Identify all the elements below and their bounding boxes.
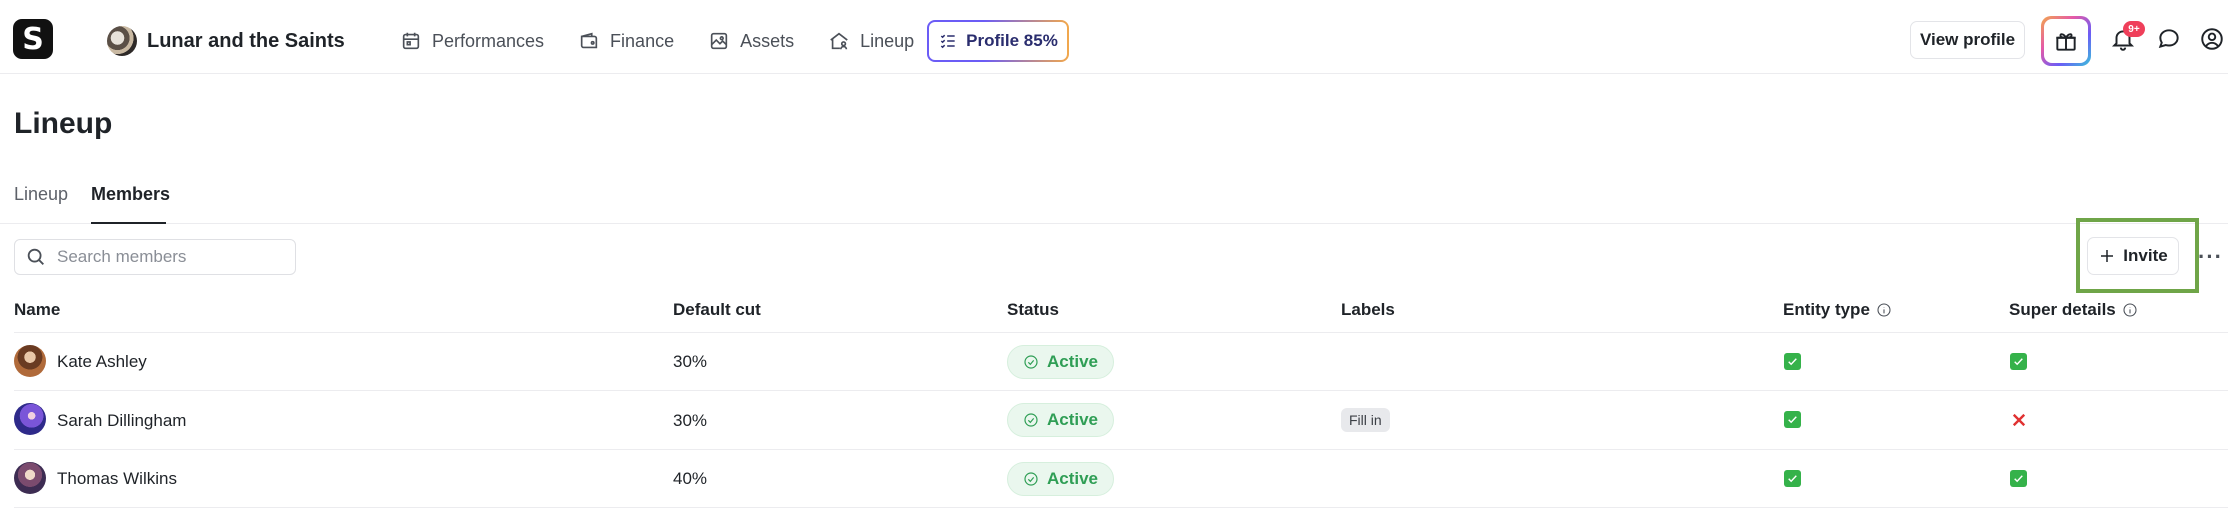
table-row[interactable]: Sarah Dillingham 30% Active Fill in — [0, 391, 2228, 449]
status-label: Active — [1046, 410, 1099, 429]
image-icon — [710, 32, 728, 50]
default-cut: 30% — [673, 411, 708, 430]
gift-icon — [2056, 33, 2076, 51]
calendar-icon — [402, 32, 420, 50]
header-labels[interactable]: Labels — [1341, 300, 1395, 320]
house-people-icon — [830, 32, 848, 50]
notification-badge: 9+ — [2123, 21, 2145, 37]
more-options-button[interactable]: ··· — [2198, 244, 2223, 270]
band-name: Lunar and the Saints — [147, 29, 345, 52]
check-circle-icon — [1024, 413, 1038, 427]
label-chip[interactable]: Fill in — [1341, 408, 1390, 432]
entity-type-check-icon — [1784, 353, 1801, 370]
check-circle-icon — [1024, 355, 1038, 369]
member-name[interactable]: Kate Ashley — [57, 352, 147, 372]
super-details-check-icon — [2010, 353, 2027, 370]
status-label: Active — [1046, 469, 1099, 488]
row-divider — [14, 507, 2228, 508]
default-cut: 30% — [673, 352, 708, 371]
nav-finance-label: Finance — [610, 30, 675, 51]
super-details-cross-icon — [2010, 411, 2028, 429]
table-row[interactable]: Kate Ashley 30% Active — [0, 333, 2228, 391]
info-icon[interactable] — [1876, 302, 1892, 318]
header-default-cut[interactable]: Default cut — [673, 300, 761, 320]
band-avatar — [107, 26, 137, 56]
tab-lineup[interactable]: Lineup — [14, 184, 68, 224]
entity-type-check-icon — [1784, 411, 1801, 428]
entity-type-check-icon — [1784, 470, 1801, 487]
plus-icon — [2101, 250, 2114, 262]
search-icon — [27, 248, 44, 265]
avatar — [14, 403, 46, 435]
invite-label: Invite — [2123, 246, 2168, 265]
nav-performances[interactable]: Performances — [400, 30, 544, 52]
checklist-icon — [940, 34, 955, 49]
status-badge: Active — [1007, 462, 1114, 496]
header-status[interactable]: Status — [1007, 300, 1059, 320]
chat-bubble-icon — [2158, 29, 2179, 49]
main-nav: Performances Finance Assets Lineup — [400, 20, 948, 62]
tab-members[interactable]: Members — [91, 184, 170, 224]
search-input[interactable] — [57, 247, 277, 267]
tab-bar: Lineup Members — [0, 184, 2228, 224]
nav-assets-label: Assets — [740, 30, 795, 51]
invite-button[interactable]: Invite — [2087, 237, 2179, 275]
header-entity-type-label: Entity type — [1783, 300, 1870, 319]
gift-button[interactable] — [2041, 16, 2091, 66]
profile-progress-label: Profile 85% — [966, 31, 1058, 50]
page-title: Lineup — [14, 107, 113, 140]
check-circle-icon — [1024, 472, 1038, 486]
header-super-details-label: Super details — [2009, 300, 2116, 319]
avatar — [14, 462, 46, 494]
table-row[interactable]: Thomas Wilkins 40% Active — [0, 450, 2228, 508]
member-name[interactable]: Thomas Wilkins — [57, 469, 177, 489]
status-badge: Active — [1007, 403, 1114, 437]
nav-finance[interactable]: Finance — [578, 30, 674, 52]
super-details-check-icon — [2010, 470, 2027, 487]
nav-lineup-label: Lineup — [860, 30, 915, 51]
band-switcher[interactable]: Lunar and the Saints — [107, 26, 345, 56]
header-super-details[interactable]: Super details — [2009, 300, 2138, 320]
messages-button[interactable] — [2156, 26, 2184, 54]
wallet-icon — [580, 32, 598, 49]
view-profile-button[interactable]: View profile — [1910, 21, 2025, 59]
nav-performances-label: Performances — [432, 30, 545, 51]
user-circle-icon — [2201, 28, 2223, 50]
top-bar: S Lunar and the Saints Performances Fina… — [0, 0, 2228, 74]
search-field[interactable] — [14, 239, 296, 275]
profile-progress-button[interactable]: Profile 85% — [927, 20, 1069, 62]
status-badge: Active — [1007, 345, 1114, 379]
nav-lineup[interactable]: Lineup — [828, 30, 914, 52]
status-label: Active — [1046, 352, 1099, 371]
avatar — [14, 345, 46, 377]
header-name[interactable]: Name — [14, 300, 60, 320]
default-cut: 40% — [673, 469, 708, 488]
nav-assets[interactable]: Assets — [708, 30, 794, 52]
header-entity-type[interactable]: Entity type — [1783, 300, 1892, 320]
member-name[interactable]: Sarah Dillingham — [57, 411, 186, 431]
app-logo[interactable]: S — [13, 19, 53, 59]
logo-letter: S — [22, 21, 44, 57]
account-button[interactable] — [2199, 26, 2227, 54]
info-icon[interactable] — [2122, 302, 2138, 318]
